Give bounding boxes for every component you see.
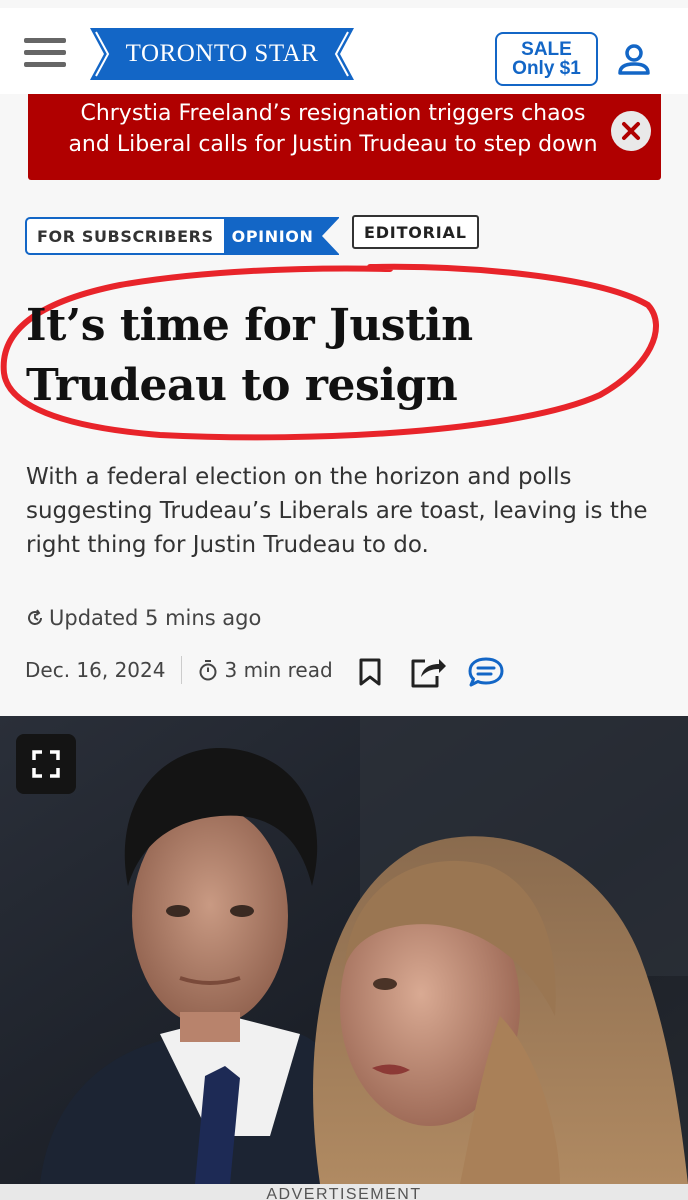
updated-text: Updated 5 mins ago — [49, 606, 262, 630]
site-header: TORONTO STAR SALE Only $1 — [0, 8, 688, 94]
comment-icon[interactable] — [466, 652, 506, 692]
read-time: 3 min read — [198, 658, 333, 682]
timer-icon — [199, 660, 217, 681]
read-time-text: 3 min read — [224, 658, 333, 682]
sale-price: Only $1 — [512, 58, 581, 79]
alert-text[interactable]: Chrystia Freeland’s resignation triggers… — [68, 98, 598, 160]
publish-date: Dec. 16, 2024 — [25, 658, 166, 682]
article-photo[interactable] — [0, 716, 688, 1184]
updated-timestamp: Updated 5 mins ago — [25, 606, 261, 630]
close-icon[interactable] — [611, 111, 651, 151]
article-meta: Dec. 16, 2024 3 min read — [25, 650, 333, 690]
for-subscribers-tag: FOR SUBSCRIBERS — [25, 217, 224, 255]
article-deck: With a federal election on the horizon a… — [26, 464, 648, 558]
breaking-news-alert[interactable]: Chrystia Freeland’s resignation triggers… — [28, 94, 661, 180]
bookmark-icon[interactable] — [350, 652, 390, 692]
sale-button[interactable]: SALE Only $1 — [495, 32, 598, 86]
article-headline: It’s time for Justin Trudeau to resign — [26, 300, 473, 411]
logo-text: TORONTO STAR — [125, 40, 319, 67]
subscriber-opinion-tag: FOR SUBSCRIBERS OPINION — [25, 217, 341, 255]
toronto-star-logo[interactable]: TORONTO STAR — [90, 28, 354, 80]
sale-label: SALE — [521, 39, 572, 60]
advertisement-label: ADVERTISEMENT — [0, 1184, 688, 1200]
meta-divider — [181, 656, 183, 684]
hamburger-menu-icon[interactable] — [24, 38, 66, 68]
photo-illustration — [0, 716, 688, 1184]
user-icon[interactable] — [616, 42, 652, 76]
article-actions — [350, 652, 524, 692]
editorial-tag[interactable]: EDITORIAL — [352, 215, 479, 249]
opinion-label: OPINION — [231, 226, 314, 246]
opinion-tag[interactable]: OPINION — [223, 217, 341, 255]
expand-icon[interactable] — [16, 734, 76, 794]
refresh-icon — [28, 609, 42, 625]
share-icon[interactable] — [408, 652, 448, 692]
